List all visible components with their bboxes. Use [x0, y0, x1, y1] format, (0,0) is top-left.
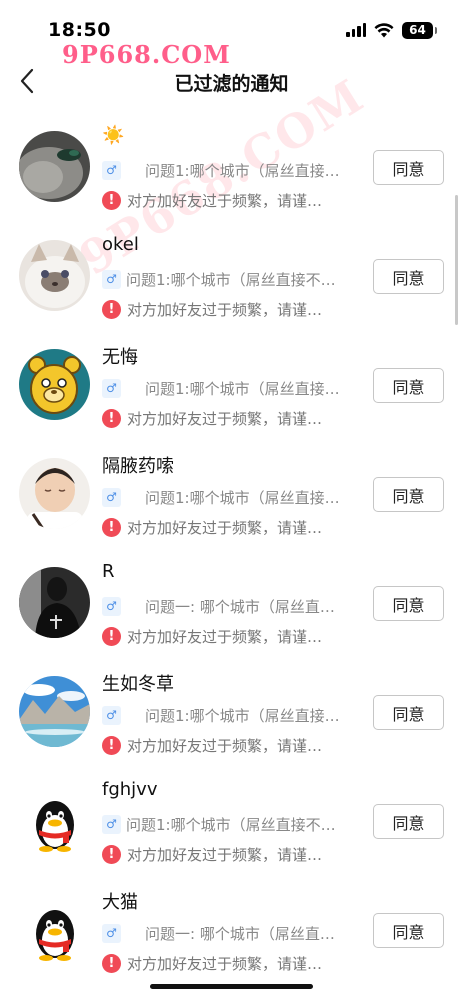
list-item: ☀️ ♂ 问题1:哪个城市（屌丝直接… ! 对方加好友过于频繁，请谨… 同意	[0, 118, 463, 227]
warning-icon: !	[102, 953, 121, 973]
male-icon: ♂	[102, 269, 121, 289]
avatar[interactable]	[19, 349, 90, 420]
scrollbar[interactable]	[455, 195, 458, 325]
agree-button[interactable]: 同意	[373, 477, 444, 512]
reason-text: 对方加好友过于频繁，请谨…	[127, 300, 323, 319]
avatar[interactable]	[19, 131, 90, 202]
question-text: 问题1:哪个城市（屌丝直接…	[145, 161, 340, 180]
avatar[interactable]	[19, 240, 90, 311]
question-line: ♂ 问题一: 哪个城市（屌丝直…	[102, 923, 354, 943]
status-icons: 64	[346, 19, 437, 41]
list-item: 隔腋药嗦 ♂ 问题1:哪个城市（屌丝直接… ! 对方加好友过于频繁，请谨… 同意	[0, 445, 463, 554]
status-bar: 18:50 64	[0, 0, 463, 44]
home-indicator[interactable]	[150, 984, 313, 989]
male-icon: ♂	[102, 487, 121, 507]
battery-icon: 64	[402, 21, 437, 39]
question-text: 问题1:哪个城市（屌丝直接…	[145, 488, 340, 507]
male-icon: ♂	[102, 923, 121, 943]
agree-button[interactable]: 同意	[373, 150, 444, 185]
question-text: 问题一: 哪个城市（屌丝直…	[145, 924, 335, 943]
warning-icon: !	[102, 190, 121, 210]
avatar[interactable]	[19, 676, 90, 747]
warning-icon: !	[102, 735, 121, 755]
question-text: 问题1:哪个城市（屌丝直接不…	[126, 815, 336, 834]
reason-text: 对方加好友过于频繁，请谨…	[127, 845, 323, 864]
user-name: 大猫	[102, 892, 138, 913]
avatar[interactable]	[19, 458, 90, 529]
question-line: ♂ 问题1:哪个城市（屌丝直接不…	[102, 269, 354, 289]
status-time: 18:50	[48, 19, 111, 41]
list-item: okel ♂ 问题1:哪个城市（屌丝直接不… ! 对方加好友过于频繁，请谨… 同…	[0, 227, 463, 336]
agree-button[interactable]: 同意	[373, 695, 444, 730]
question-line: ♂ 问题1:哪个城市（屌丝直接…	[102, 487, 354, 507]
warning-icon: !	[102, 408, 121, 428]
agree-button[interactable]: 同意	[373, 368, 444, 403]
avatar[interactable]	[19, 894, 90, 965]
question-line: ♂ 问题一: 哪个城市（屌丝直…	[102, 596, 354, 616]
notification-list: ☀️ ♂ 问题1:哪个城市（屌丝直接… ! 对方加好友过于频繁，请谨… 同意 o…	[0, 118, 463, 990]
reason-text: 对方加好友过于频繁，请谨…	[127, 191, 323, 210]
list-item: fghjvv ♂ 问题1:哪个城市（屌丝直接不… ! 对方加好友过于频繁，请谨……	[0, 772, 463, 881]
warning-icon: !	[102, 844, 121, 864]
reason-text: 对方加好友过于频繁，请谨…	[127, 627, 323, 646]
list-item: 无悔 ♂ 问题1:哪个城市（屌丝直接… ! 对方加好友过于频繁，请谨… 同意	[0, 336, 463, 445]
question-text: 问题一: 哪个城市（屌丝直…	[145, 597, 335, 616]
reason-line: ! 对方加好友过于频繁，请谨…	[102, 844, 354, 864]
reason-line: ! 对方加好友过于频繁，请谨…	[102, 299, 354, 319]
agree-button[interactable]: 同意	[373, 586, 444, 621]
question-line: ♂ 问题1:哪个城市（屌丝直接…	[102, 160, 354, 180]
nav-bar: 已过滤的通知	[0, 60, 463, 104]
male-icon: ♂	[102, 160, 121, 180]
reason-line: ! 对方加好友过于频繁，请谨…	[102, 626, 354, 646]
cellular-signal-icon	[346, 23, 366, 37]
list-item: 生如冬草 ♂ 问题1:哪个城市（屌丝直接… ! 对方加好友过于频繁，请谨… 同意	[0, 663, 463, 772]
reason-text: 对方加好友过于频繁，请谨…	[127, 736, 323, 755]
avatar[interactable]	[19, 567, 90, 638]
question-text: 问题1:哪个城市（屌丝直接…	[145, 379, 340, 398]
question-text: 问题1:哪个城市（屌丝直接不…	[126, 270, 336, 289]
avatar[interactable]	[19, 785, 90, 856]
male-icon: ♂	[102, 814, 121, 834]
user-name: R	[102, 561, 115, 582]
user-name: 生如冬草	[102, 674, 174, 695]
reason-line: ! 对方加好友过于频繁，请谨…	[102, 735, 354, 755]
warning-icon: !	[102, 626, 121, 646]
reason-line: ! 对方加好友过于频繁，请谨…	[102, 190, 354, 210]
question-text: 问题1:哪个城市（屌丝直接…	[145, 706, 340, 725]
question-line: ♂ 问题1:哪个城市（屌丝直接…	[102, 705, 354, 725]
user-name: 无悔	[102, 347, 138, 368]
agree-button[interactable]: 同意	[373, 913, 444, 948]
reason-text: 对方加好友过于频繁，请谨…	[127, 409, 323, 428]
reason-text: 对方加好友过于频繁，请谨…	[127, 518, 323, 537]
page-title: 已过滤的通知	[174, 73, 289, 95]
question-line: ♂ 问题1:哪个城市（屌丝直接不…	[102, 814, 354, 834]
reason-line: ! 对方加好友过于频繁，请谨…	[102, 517, 354, 537]
wifi-icon	[374, 22, 394, 37]
male-icon: ♂	[102, 596, 121, 616]
male-icon: ♂	[102, 378, 121, 398]
user-name: okel	[102, 234, 139, 255]
question-line: ♂ 问题1:哪个城市（屌丝直接…	[102, 378, 354, 398]
list-item: R ♂ 问题一: 哪个城市（屌丝直… ! 对方加好友过于频繁，请谨… 同意	[0, 554, 463, 663]
agree-button[interactable]: 同意	[373, 804, 444, 839]
agree-button[interactable]: 同意	[373, 259, 444, 294]
male-icon: ♂	[102, 705, 121, 725]
list-item: 大猫 ♂ 问题一: 哪个城市（屌丝直… ! 对方加好友过于频繁，请谨… 同意	[0, 881, 463, 990]
user-name: 隔腋药嗦	[102, 456, 174, 477]
warning-icon: !	[102, 299, 121, 319]
reason-line: ! 对方加好友过于频繁，请谨…	[102, 408, 354, 428]
reason-text: 对方加好友过于频繁，请谨…	[127, 954, 323, 973]
reason-line: ! 对方加好友过于频繁，请谨…	[102, 953, 354, 973]
user-name: fghjvv	[102, 779, 158, 800]
user-name: ☀️	[102, 125, 125, 146]
warning-icon: !	[102, 517, 121, 537]
